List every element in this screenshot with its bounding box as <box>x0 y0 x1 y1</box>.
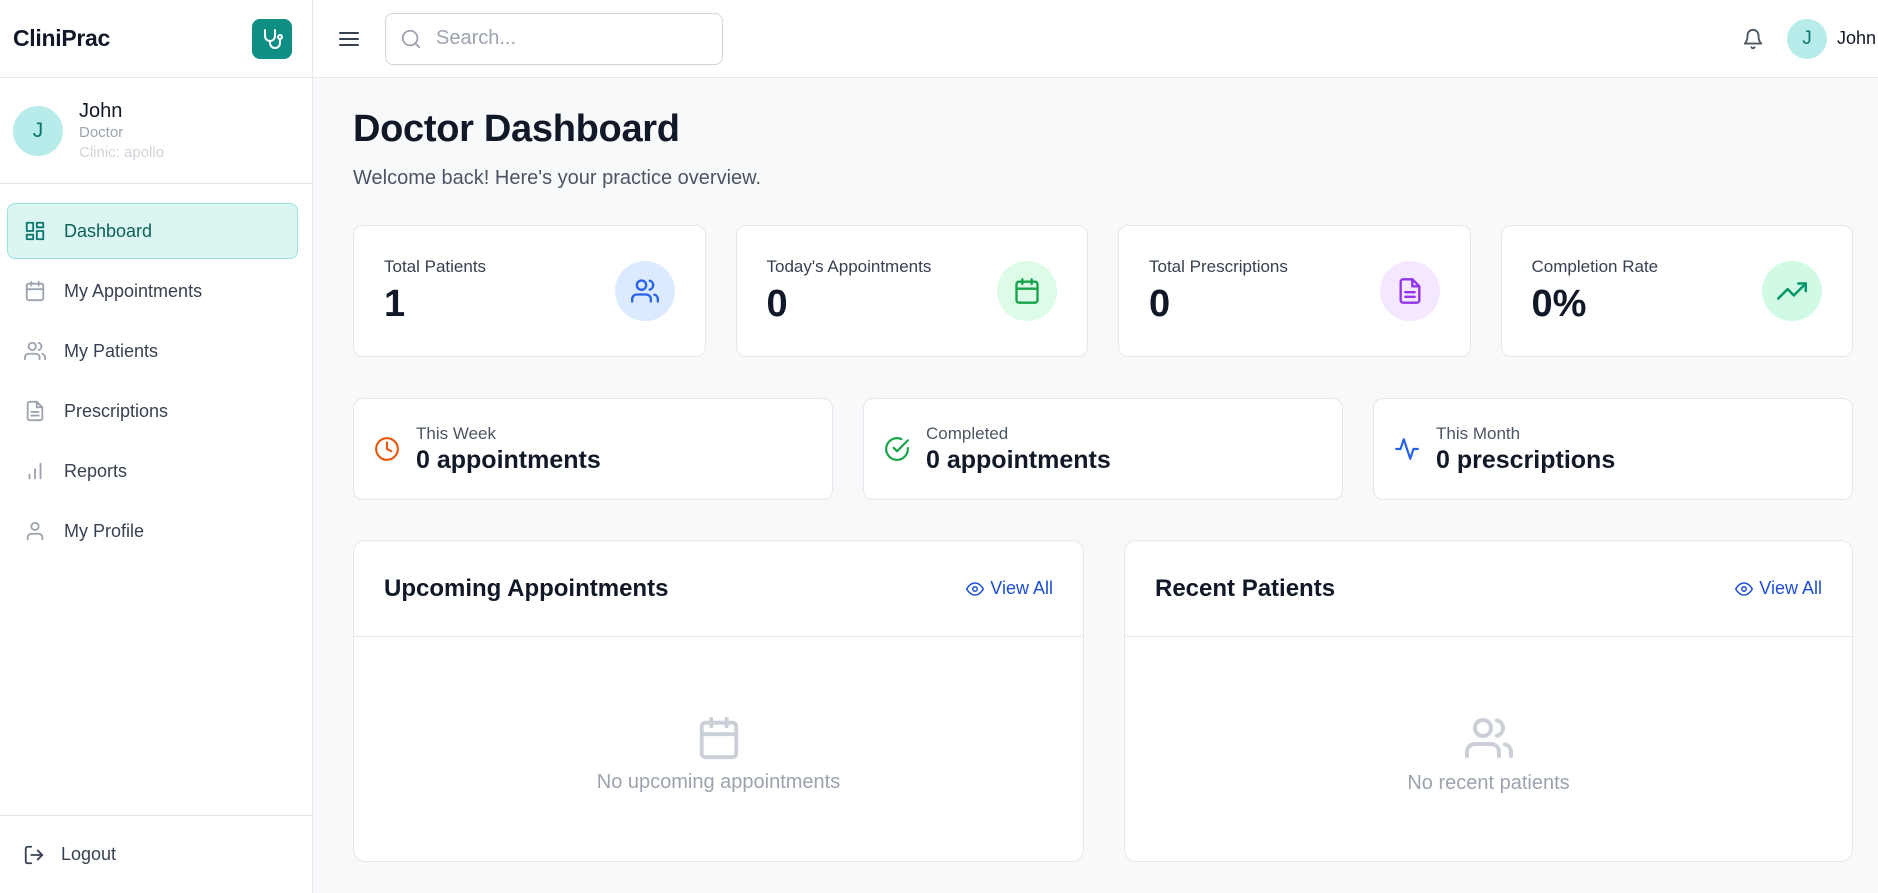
sidebar-item-label: Reports <box>64 460 128 481</box>
view-all-label: View All <box>1759 578 1822 598</box>
avatar: J <box>13 105 63 156</box>
search-box[interactable] <box>385 12 723 65</box>
calendar-icon <box>25 280 45 302</box>
summary-card-this-month: This Month 0 prescriptions <box>1373 398 1853 500</box>
summary-card-this-week: This Week 0 appointments <box>353 398 833 500</box>
recent-patients-panel: Recent Patients View All No recent patie… <box>1124 540 1853 862</box>
logout-button[interactable]: Logout <box>0 815 312 893</box>
panel-title: Recent Patients <box>1155 574 1336 602</box>
logout-label: Logout <box>61 844 117 864</box>
stethoscope-icon[interactable] <box>252 18 292 59</box>
header-user-name[interactable]: John <box>1837 28 1876 49</box>
search-input[interactable] <box>436 27 696 50</box>
top-header: J John <box>313 0 1878 78</box>
stat-card-completion-rate: Completion Rate 0% <box>1500 225 1853 357</box>
summary-label: Completed <box>926 423 1009 443</box>
panels-row: Upcoming Appointments View All No upcomi… <box>353 540 1853 862</box>
sidebar-item-label: My Appointments <box>64 280 203 301</box>
stat-card-total-patients: Total Patients 1 <box>353 225 706 357</box>
trending-up-icon <box>1762 261 1822 321</box>
summary-card-completed: Completed 0 appointments <box>863 398 1343 500</box>
view-all-appointments-link[interactable]: View All <box>966 578 1053 599</box>
sidebar-item-label: My Profile <box>64 520 145 541</box>
sidebar-item-prescriptions[interactable]: Prescriptions <box>7 383 298 439</box>
sidebar-item-reports[interactable]: Reports <box>7 443 298 499</box>
empty-state-text: No upcoming appointments <box>596 771 841 793</box>
file-icon <box>26 400 44 422</box>
stat-label: Total Prescriptions <box>1149 256 1288 276</box>
header-avatar[interactable]: J <box>1786 18 1827 59</box>
stat-card-todays-appointments: Today's Appointments 0 <box>735 225 1088 357</box>
panel-title: Upcoming Appointments <box>384 574 669 602</box>
summary-value: 0 appointments <box>416 445 601 474</box>
brand-bar: CliniPrac <box>0 0 312 78</box>
stat-label: Today's Appointments <box>766 256 932 276</box>
user-icon <box>26 521 44 541</box>
empty-state: No recent patients <box>1125 637 1852 861</box>
file-icon <box>1379 261 1440 321</box>
user-name: John <box>79 99 123 122</box>
sidebar-item-label: Dashboard <box>64 220 153 241</box>
check-circle-icon <box>885 437 909 461</box>
clock-icon <box>375 437 399 461</box>
hamburger-icon <box>339 31 359 46</box>
stat-card-total-prescriptions: Total Prescriptions 0 <box>1118 225 1471 357</box>
sidebar-item-label: My Patients <box>64 340 159 361</box>
sidebar-item-label: Prescriptions <box>64 400 169 421</box>
search-icon <box>401 29 421 48</box>
page-subtitle: Welcome back! Here's your practice overv… <box>353 167 762 189</box>
users-icon <box>1464 718 1513 758</box>
stat-value: 0 <box>1149 282 1171 325</box>
main-content: Doctor Dashboard Welcome back! Here's yo… <box>353 78 1853 862</box>
calendar-icon <box>699 716 738 760</box>
bell-icon <box>1743 28 1763 49</box>
activity-icon <box>1395 438 1419 460</box>
bar-chart-icon <box>28 462 42 480</box>
dashboard-icon <box>25 221 45 241</box>
empty-state-text: No recent patients <box>1407 772 1570 794</box>
summary-label: This Month <box>1436 423 1521 443</box>
summary-value: 0 appointments <box>926 445 1111 474</box>
stat-value: 0 <box>766 282 788 325</box>
sidebar-nav: Dashboard My Appointments My Patients Pr… <box>0 184 312 559</box>
stat-label: Completion Rate <box>1531 256 1659 276</box>
user-clinic: Clinic: apollo <box>79 143 165 161</box>
stat-value: 1 <box>384 282 406 325</box>
calendar-icon <box>997 261 1057 321</box>
sidebar-item-patients[interactable]: My Patients <box>7 323 298 379</box>
eye-icon <box>966 581 985 596</box>
summary-row: This Week 0 appointments Completed 0 app… <box>353 398 1853 500</box>
sidebar-item-profile[interactable]: My Profile <box>7 503 298 559</box>
stat-value: 0% <box>1531 282 1587 325</box>
users-icon <box>614 261 675 321</box>
summary-value: 0 prescriptions <box>1436 445 1616 474</box>
summary-label: This Week <box>416 423 496 443</box>
sidebar-user-card: J John Doctor Clinic: apollo <box>0 78 312 184</box>
users-icon <box>24 341 46 361</box>
upcoming-appointments-panel: Upcoming Appointments View All No upcomi… <box>353 540 1084 862</box>
stats-row: Total Patients 1 Today's Appointments 0 <box>353 225 1853 357</box>
user-role: Doctor <box>79 123 124 141</box>
notifications-button[interactable] <box>1737 23 1769 55</box>
sidebar-item-dashboard[interactable]: Dashboard <box>7 203 298 259</box>
stat-label: Total Patients <box>384 256 487 276</box>
app-name: CliniPrac <box>13 25 111 51</box>
sidebar-item-appointments[interactable]: My Appointments <box>7 263 298 319</box>
eye-icon <box>1735 581 1754 596</box>
sidebar: CliniPrac J John Doctor Clinic: apollo D… <box>0 0 313 893</box>
logout-icon <box>24 845 44 864</box>
view-all-label: View All <box>990 578 1053 598</box>
empty-state: No upcoming appointments <box>354 637 1083 861</box>
menu-toggle-button[interactable] <box>333 23 365 55</box>
page-title: Doctor Dashboard <box>353 108 680 150</box>
view-all-patients-link[interactable]: View All <box>1735 578 1822 599</box>
